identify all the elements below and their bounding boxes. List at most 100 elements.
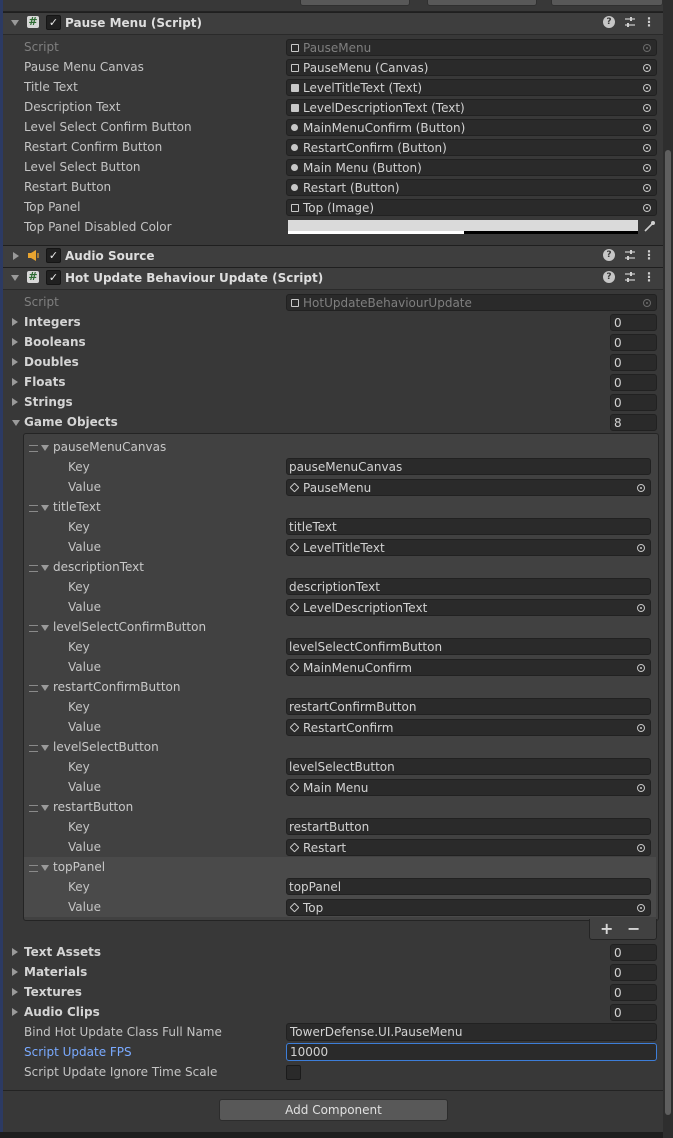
section-label[interactable]: Doubles [24, 353, 79, 371]
key-input[interactable]: levelSelectConfirmButton [286, 638, 651, 655]
value-object-field[interactable]: RestartConfirm [286, 719, 651, 736]
value-object-field[interactable]: Top [286, 899, 651, 916]
object-picker-icon[interactable] [637, 844, 645, 852]
object-picker-icon[interactable] [643, 184, 651, 192]
expand-arrow-icon[interactable] [41, 505, 49, 511]
presets-icon[interactable] [623, 248, 637, 262]
section-count[interactable]: 0 [610, 334, 657, 351]
object-picker-icon[interactable] [637, 484, 645, 492]
value-object-field[interactable]: Restart [286, 839, 651, 856]
collapsed-arrow-icon[interactable] [12, 988, 18, 996]
expand-arrow-icon[interactable] [12, 420, 20, 426]
context-menu-icon[interactable]: ⋮ [643, 270, 655, 284]
collapsed-arrow-icon[interactable] [12, 968, 18, 976]
collapsed-arrow-icon[interactable] [12, 358, 18, 366]
enabled-checkbox[interactable]: ✓ [46, 248, 61, 263]
fold-arrow-icon[interactable] [11, 275, 19, 281]
vertical-scrollbar[interactable] [663, 0, 673, 1138]
object-picker-icon[interactable] [643, 164, 651, 172]
context-menu-icon[interactable]: ⋮ [643, 248, 655, 262]
object-picker-icon[interactable] [643, 64, 651, 72]
value-object-field[interactable]: LevelDescriptionText [286, 599, 651, 616]
value-object-field[interactable]: MainMenuConfirm [286, 659, 651, 676]
expand-arrow-icon[interactable] [41, 685, 49, 691]
object-reference-field[interactable]: LevelDescriptionText (Text) [286, 99, 657, 116]
object-reference-field[interactable]: Top (Image) [286, 199, 657, 216]
object-reference-field[interactable]: MainMenuConfirm (Button) [286, 119, 657, 136]
drag-handle-icon[interactable] [29, 805, 38, 812]
section-label[interactable]: Audio Clips [24, 1003, 100, 1021]
section-label[interactable]: Floats [24, 373, 66, 391]
enabled-checkbox[interactable]: ✓ [46, 270, 61, 285]
fold-arrow-icon[interactable] [13, 252, 19, 260]
enabled-checkbox[interactable]: ✓ [46, 15, 61, 30]
key-input[interactable]: topPanel [286, 878, 651, 895]
object-reference-field[interactable]: PauseMenu (Canvas) [286, 59, 657, 76]
context-menu-icon[interactable]: ⋮ [643, 15, 655, 29]
top-button-2[interactable] [427, 0, 537, 6]
bind-class-input[interactable]: TowerDefense.UI.PauseMenu [286, 1023, 657, 1041]
object-picker-icon[interactable] [637, 664, 645, 672]
drag-handle-icon[interactable] [29, 505, 38, 512]
object-picker-icon[interactable] [637, 904, 645, 912]
fold-arrow-icon[interactable] [11, 20, 19, 26]
object-reference-field[interactable]: Restart (Button) [286, 179, 657, 196]
key-input[interactable]: pauseMenuCanvas [286, 458, 651, 475]
drag-handle-icon[interactable] [29, 625, 38, 632]
collapsed-arrow-icon[interactable] [12, 1008, 18, 1016]
collapsed-arrow-icon[interactable] [12, 338, 18, 346]
help-icon[interactable]: ? [603, 16, 615, 28]
add-element-button[interactable]: + [600, 919, 613, 939]
section-count[interactable]: 0 [610, 374, 657, 391]
object-picker-icon[interactable] [643, 104, 651, 112]
key-input[interactable]: titleText [286, 518, 651, 535]
section-label[interactable]: Booleans [24, 333, 86, 351]
object-reference-field[interactable]: LevelTitleText (Text) [286, 79, 657, 96]
key-input[interactable]: restartButton [286, 818, 651, 835]
section-label[interactable]: Materials [24, 963, 87, 981]
help-icon[interactable]: ? [603, 271, 615, 283]
top-button-1[interactable] [300, 0, 410, 6]
section-count[interactable]: 0 [610, 1004, 657, 1021]
object-reference-field[interactable]: RestartConfirm (Button) [286, 139, 657, 156]
section-label[interactable]: Text Assets [24, 943, 101, 961]
section-count[interactable]: 0 [610, 314, 657, 331]
value-object-field[interactable]: LevelTitleText [286, 539, 651, 556]
drag-handle-icon[interactable] [29, 865, 38, 872]
object-picker-icon[interactable] [643, 144, 651, 152]
section-label[interactable]: Textures [24, 983, 82, 1001]
pause-menu-header[interactable]: # ✓ Pause Menu (Script) ? ⋮ [3, 12, 663, 35]
expand-arrow-icon[interactable] [41, 805, 49, 811]
object-picker-icon[interactable] [637, 724, 645, 732]
scrollbar-thumb[interactable] [665, 150, 671, 1115]
key-input[interactable]: levelSelectButton [286, 758, 651, 775]
section-count[interactable]: 0 [610, 354, 657, 371]
collapsed-arrow-icon[interactable] [12, 948, 18, 956]
ignore-time-scale-checkbox[interactable] [286, 1065, 301, 1080]
game-objects-count[interactable]: 8 [610, 414, 657, 431]
section-label[interactable]: Strings [24, 393, 73, 411]
object-picker-icon[interactable] [637, 544, 645, 552]
key-input[interactable]: descriptionText [286, 578, 651, 595]
expand-arrow-icon[interactable] [41, 445, 49, 451]
collapsed-arrow-icon[interactable] [12, 398, 18, 406]
expand-arrow-icon[interactable] [41, 865, 49, 871]
eyedropper-icon[interactable] [642, 220, 656, 234]
drag-handle-icon[interactable] [29, 565, 38, 572]
section-count[interactable]: 0 [610, 944, 657, 961]
section-count[interactable]: 0 [610, 984, 657, 1001]
object-reference-field[interactable]: Main Menu (Button) [286, 159, 657, 176]
value-object-field[interactable]: PauseMenu [286, 479, 651, 496]
add-component-button[interactable]: Add Component [219, 1099, 448, 1121]
presets-icon[interactable] [623, 270, 637, 284]
object-picker-icon[interactable] [637, 784, 645, 792]
game-objects-label[interactable]: Game Objects [24, 413, 118, 431]
help-icon[interactable]: ? [603, 249, 615, 261]
section-label[interactable]: Integers [24, 313, 81, 331]
object-picker-icon[interactable] [643, 204, 651, 212]
object-picker-icon[interactable] [643, 124, 651, 132]
object-picker-icon[interactable] [637, 604, 645, 612]
expand-arrow-icon[interactable] [41, 565, 49, 571]
object-picker-icon[interactable] [643, 84, 651, 92]
expand-arrow-icon[interactable] [41, 745, 49, 751]
